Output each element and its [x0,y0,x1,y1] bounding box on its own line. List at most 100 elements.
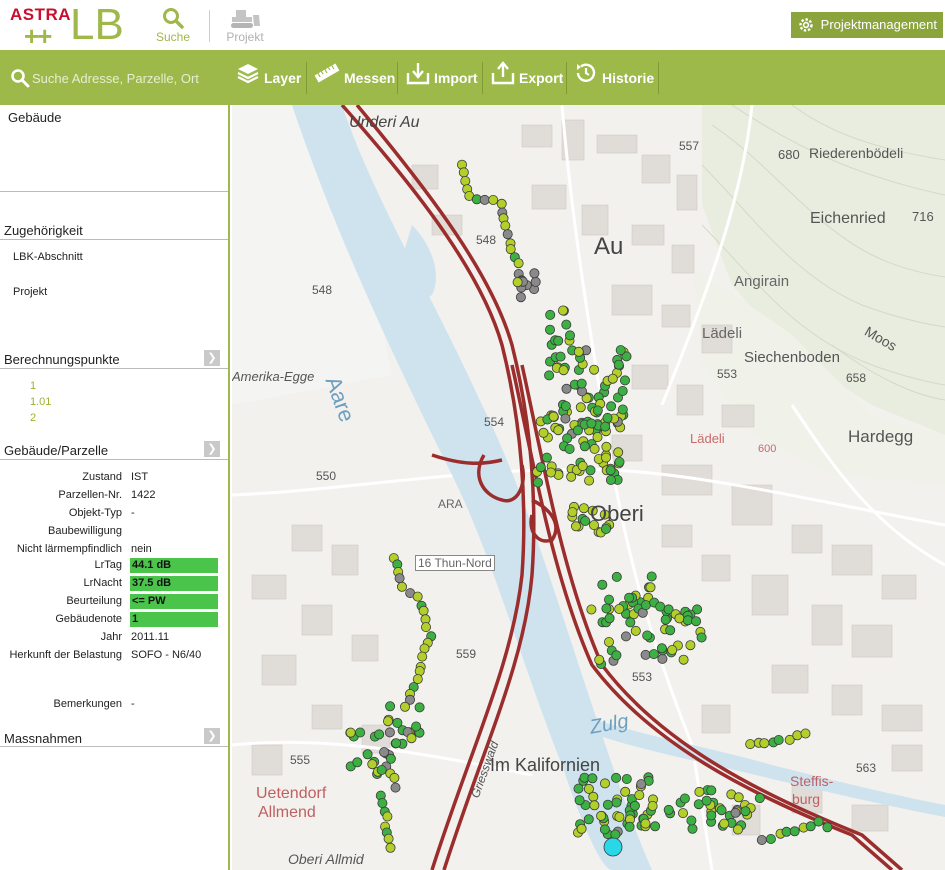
measurement-point[interactable] [674,613,685,624]
measurement-point[interactable] [530,276,541,287]
measurement-point[interactable] [665,625,676,636]
projektmanagement-button[interactable]: Projektmanagement [790,12,943,38]
measurement-point[interactable] [647,801,658,812]
measurement-point[interactable] [382,716,393,727]
measurement-point[interactable] [399,701,410,712]
massnahmen-expand-button[interactable]: ❯ [204,728,220,744]
measurement-point[interactable] [614,603,625,614]
measurement-point[interactable] [548,411,559,422]
import-button[interactable]: Import [406,62,478,94]
measurement-point[interactable] [687,823,698,834]
measurement-point[interactable] [602,412,613,423]
measurement-point[interactable] [573,346,584,357]
measurement-point[interactable] [600,421,611,432]
measurement-point[interactable] [538,427,549,438]
measurement-point[interactable] [557,305,568,316]
layer-button[interactable]: Layer [236,62,301,94]
measurement-point[interactable] [385,701,396,712]
measurement-point[interactable] [345,727,356,738]
measurement-point[interactable] [624,821,635,832]
measurement-point[interactable] [630,625,641,636]
measurement-point[interactable] [605,465,616,476]
measurement-point[interactable] [570,521,581,532]
measurement-point[interactable] [412,591,423,602]
measurement-point[interactable] [460,176,471,187]
measurement-point[interactable] [580,515,591,526]
measurement-point[interactable] [677,808,688,819]
berechnungspunkt-link[interactable]: 1.01 [30,396,51,408]
measurement-point[interactable] [599,778,610,789]
measurement-point[interactable] [605,474,616,485]
measurement-point[interactable] [597,579,608,590]
measurement-point[interactable] [529,268,540,279]
measurement-point[interactable] [384,727,395,738]
measurement-point[interactable] [576,823,587,834]
measurement-point[interactable] [621,774,632,785]
measurement-point[interactable] [589,364,600,375]
measurement-point[interactable] [730,807,741,818]
export-button[interactable]: Export [491,60,563,94]
measurement-point[interactable] [611,571,622,582]
suche-button[interactable]: Suche [148,6,198,46]
measurement-point[interactable] [599,824,610,835]
measurement-point[interactable] [566,471,577,482]
measurement-point[interactable] [500,220,511,231]
berechnungspunkt-link[interactable]: 2 [30,412,36,424]
projekt-button[interactable]: Projekt [220,6,270,46]
measurement-point[interactable] [575,402,586,413]
measurement-point[interactable] [396,581,407,592]
historie-button[interactable]: Historie [574,62,654,94]
measurement-point[interactable] [773,735,784,746]
messen-button[interactable]: Messen [314,62,395,94]
measurement-point[interactable] [691,616,702,627]
measurement-point[interactable] [660,614,671,625]
measurement-point[interactable] [642,630,653,641]
measurement-point[interactable] [615,345,626,356]
measurement-point[interactable] [614,456,625,467]
measurement-point[interactable] [553,335,564,346]
measurement-point[interactable] [411,721,422,732]
measurement-point[interactable] [545,467,556,478]
measurement-point[interactable] [383,833,394,844]
measurement-point[interactable] [645,582,656,593]
measurement-point[interactable] [603,594,614,605]
measurement-point[interactable] [601,603,612,614]
measurement-point[interactable] [362,749,373,760]
measurement-point[interactable] [648,649,659,660]
measurement-point[interactable] [740,806,751,817]
measurement-point[interactable] [759,738,770,749]
measurement-point[interactable] [765,834,776,845]
measurement-point[interactable] [555,351,566,362]
measurement-point[interactable] [496,198,507,209]
measurement-point[interactable] [377,798,388,809]
measurement-point[interactable] [576,378,587,389]
measurement-point[interactable] [719,818,730,829]
measurement-point[interactable] [583,783,594,794]
measurement-point[interactable] [567,507,578,518]
measurement-point[interactable] [579,441,590,452]
measurement-point[interactable] [663,804,674,815]
measurement-point[interactable] [406,733,417,744]
measurement-point[interactable] [541,452,552,463]
measurement-point[interactable] [573,783,584,794]
measurement-point[interactable] [418,605,429,616]
measurement-point[interactable] [625,617,636,628]
measurement-point[interactable] [611,797,622,808]
measurement-point[interactable] [614,812,625,823]
measurement-point[interactable] [596,810,607,821]
measurement-point[interactable] [600,452,611,463]
measurement-point[interactable] [617,404,628,415]
measurement-point[interactable] [620,631,631,642]
measurement-point[interactable] [515,292,526,303]
measurement-point[interactable] [392,717,403,728]
measurement-point[interactable] [620,786,631,797]
measurement-point[interactable] [553,425,564,436]
measurement-point[interactable] [561,319,572,330]
measurement-point[interactable] [558,365,569,376]
measurement-point[interactable] [603,637,614,648]
measurement-point[interactable] [513,258,524,269]
measurement-point[interactable] [792,730,803,741]
measurement-point[interactable] [391,738,402,749]
measurement-point[interactable] [603,837,623,857]
measurement-point[interactable] [619,375,630,386]
